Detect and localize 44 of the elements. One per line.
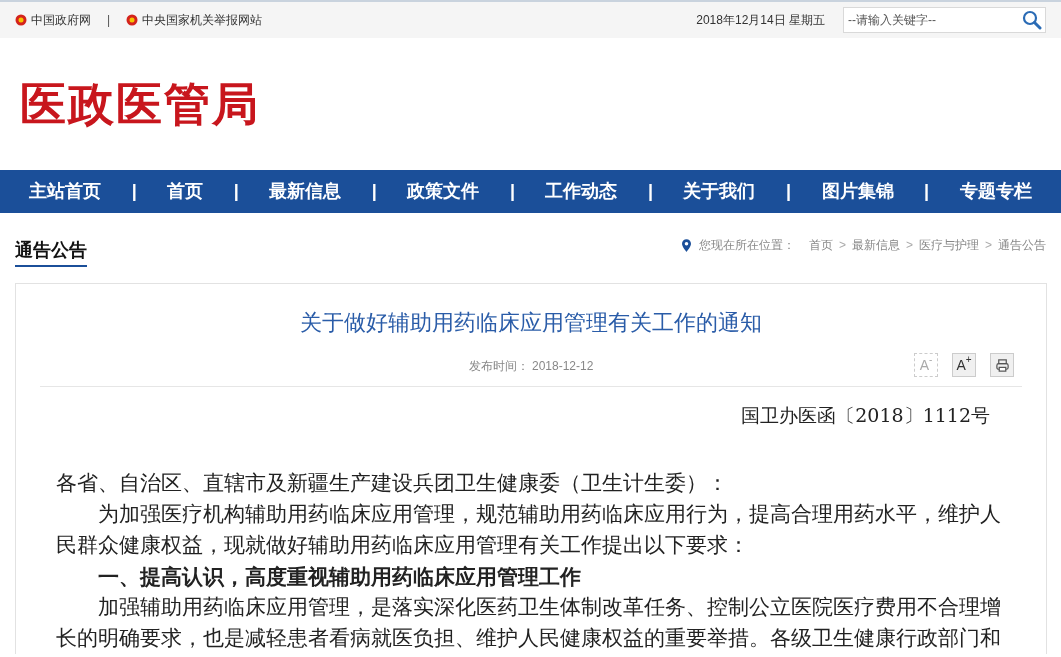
breadcrumb-link[interactable]: 通告公告 [998,236,1046,254]
nav-separator: | [371,180,377,203]
emblem-icon [15,14,27,26]
paragraph: 各省、自治区、直辖市及新疆生产建设兵团卫生健康委（卫生计生委）： [56,469,729,497]
nav-link[interactable]: 最新信息 [261,178,350,205]
separator: | [107,12,111,29]
nav-link[interactable]: 首页 [159,178,212,205]
nav-link[interactable]: 工作动态 [537,178,626,205]
search-field[interactable]: --请输入关键字-- [843,7,1046,33]
breadcrumb-link[interactable]: 最新信息 [851,236,900,254]
breadcrumb-separator: > [838,237,846,254]
nav-link[interactable]: 主站首页 [21,178,110,205]
search-icon[interactable] [1022,10,1042,30]
emblem-icon [126,14,139,26]
breadcrumb-separator: > [905,237,913,254]
top-link[interactable]: 中国政府网 [15,11,91,29]
breadcrumb-separator: > [985,237,992,254]
paragraph: 加强辅助用药临床应用管理，是落实深化医药卫生体制改革任务、控制公立医院医疗费用不合理增长的明确要求，也是减轻患者看病就医负担、维护人民健康权益的重要举措。各级卫生健康行政部门和 [56,593,1002,652]
nav-separator: | [924,180,930,203]
nav-link[interactable]: 政策文件 [399,178,488,205]
breadcrumb-link[interactable]: 医疗与护理 [919,236,979,254]
nav-link[interactable]: 关于我们 [675,178,764,205]
paragraph: 为加强医疗机构辅助用药临床应用管理，规范辅助用药临床应用行为，提高合理用药水平，维护人民群众健康权益，现就做好辅助用药临床应用管理有关工作提出以下要求： [56,500,1002,559]
nav-separator: | [509,180,515,203]
publish-time: 发布时间： 2018-12-12 [468,357,594,375]
nav-separator: | [131,180,137,203]
section-title: 通告公告 [15,237,87,267]
nav-link[interactable]: 专题专栏 [951,178,1040,205]
site-logo[interactable]: 医政医管局 [20,69,260,139]
nav-link[interactable]: 图片集锦 [813,178,902,205]
document-number: 国卫办医函〔2018〕1112号 [741,403,990,428]
top-link[interactable]: 中央国家机关举报网站 [126,11,263,29]
article-title: 关于做好辅助用药临床应用管理有关工作的通知 [300,309,762,337]
printer-icon [994,357,1010,373]
paragraph-heading: 一、提高认识，高度重视辅助用药临床应用管理工作 [97,562,582,591]
breadcrumb-link[interactable]: 首页 [808,236,833,254]
location-pin-icon [681,238,691,252]
nav-separator: | [233,180,239,203]
print-button[interactable] [990,353,1014,377]
font-size-button[interactable]: A$^{+}$ [952,353,976,377]
breadcrumb-label: 您现在所在位置： [698,237,795,254]
nav-separator: | [786,180,792,203]
date-text: 2018年12月14日 星期五 [696,12,825,29]
nav-separator: | [647,180,653,203]
